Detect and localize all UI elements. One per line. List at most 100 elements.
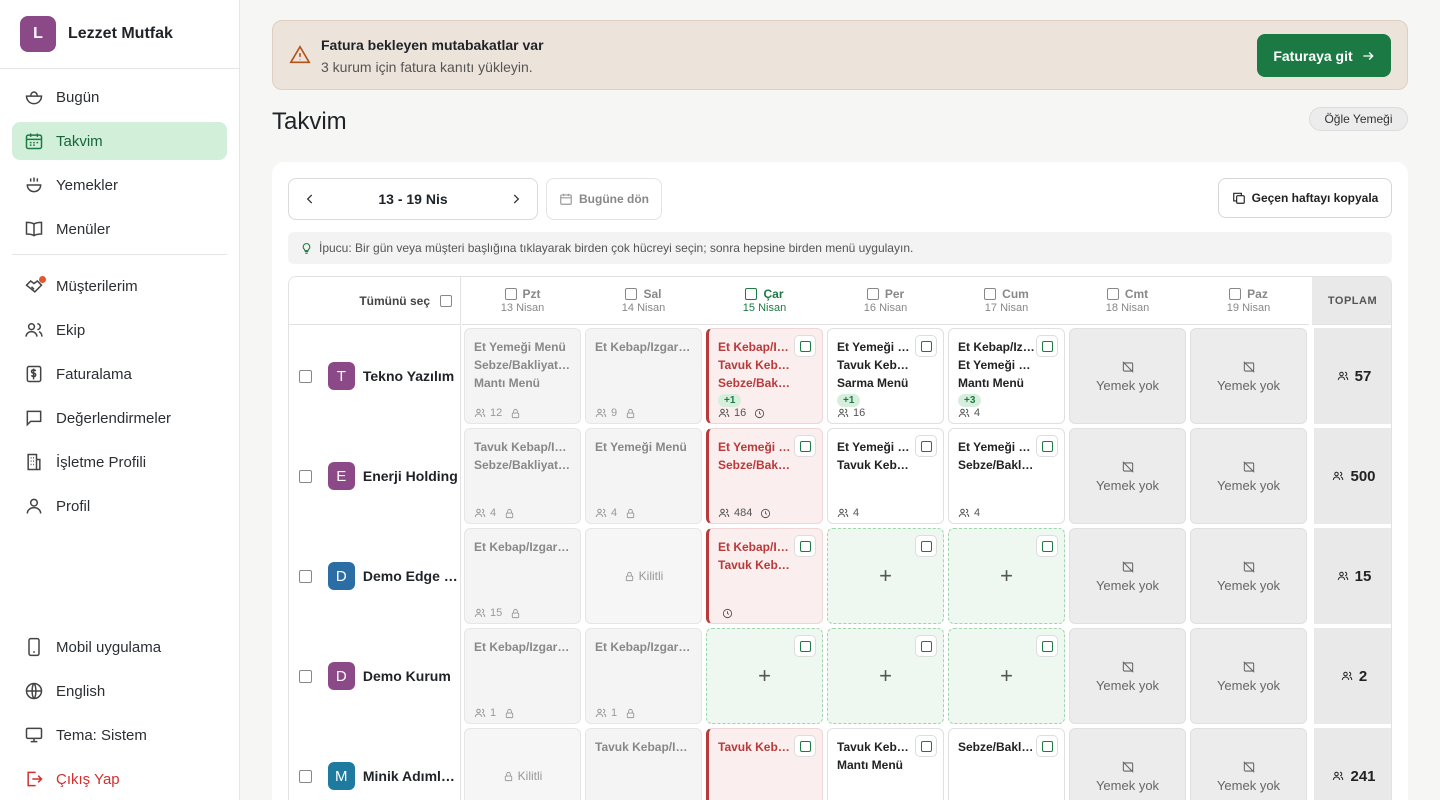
meal-cell[interactable]: Et Yemeği Menü Sebze/Bakliyat Menü Mantı M… xyxy=(464,328,581,424)
cell-select-checkbox[interactable] xyxy=(794,435,816,457)
customer-row-header[interactable]: M Minik Adımlar Kreş xyxy=(289,726,461,800)
meal-cell[interactable]: Et Yemeği MenüSebze/Bakliyat Menü4 xyxy=(948,428,1065,524)
nav-theme[interactable]: Tema: Sistem xyxy=(12,716,227,754)
customer-select-checkbox[interactable] xyxy=(299,669,312,683)
day-select-checkbox[interactable] xyxy=(504,288,517,300)
day-header-top: Çar xyxy=(745,287,784,301)
cell-select-checkbox[interactable] xyxy=(915,335,937,357)
add-meal-cell[interactable]: + xyxy=(948,528,1065,624)
go-to-invoice-button[interactable]: Faturaya git xyxy=(1257,34,1391,77)
meal-cell[interactable]: Et Kebap/Izgara Menü 15 xyxy=(464,528,581,624)
add-meal-cell[interactable]: + xyxy=(827,628,944,724)
chevron-left-icon[interactable] xyxy=(303,192,317,206)
nav-business[interactable]: İşletme Profili xyxy=(12,443,227,481)
meal-cell[interactable]: Tavuk Kebap/Izgara MenüMantı Menü xyxy=(827,728,944,800)
plus-icon[interactable]: + xyxy=(758,663,771,689)
customer-row-header[interactable]: E Enerji Holding xyxy=(289,426,461,526)
meal-cell[interactable]: Tavuk Kebap/Izgara Menü Sebze/Bakliyat Me… xyxy=(464,428,581,524)
customer-row-header[interactable]: T Tekno Yazılım xyxy=(289,326,461,426)
cell-select-checkbox[interactable] xyxy=(794,535,816,557)
day-header-0[interactable]: Pzt 13 Nisan xyxy=(462,277,583,325)
select-all-header[interactable]: Tümünü seç xyxy=(289,277,461,325)
nav-mobile[interactable]: Mobil uygulama xyxy=(12,628,227,666)
customer-row-header[interactable]: D Demo Kurum xyxy=(289,626,461,726)
customer-select-checkbox[interactable] xyxy=(299,769,312,783)
customer-select-checkbox[interactable] xyxy=(299,369,312,383)
nav-logout[interactable]: Çıkış Yap xyxy=(12,760,227,798)
nav-reviews[interactable]: Değerlendirmeler xyxy=(12,399,227,437)
nav-meals-label: Yemekler xyxy=(56,176,118,194)
chevron-right-icon[interactable] xyxy=(509,192,523,206)
nav-team[interactable]: Ekip xyxy=(12,311,227,349)
cell-select-checkbox[interactable] xyxy=(915,435,937,457)
meal-cell[interactable]: Et Kebap/Izgara Menü 1 xyxy=(464,628,581,724)
customer-select-checkbox[interactable] xyxy=(299,469,312,483)
cell-select-checkbox[interactable] xyxy=(915,535,937,557)
customer-row-header[interactable]: D Demo Edge Kurumu xyxy=(289,526,461,626)
cell-select-checkbox[interactable] xyxy=(794,635,816,657)
meal-cell[interactable]: Et Kebap/Izgara MenüTavuk Kebap/Izgara M… xyxy=(706,328,823,424)
more-menus-badge[interactable]: +3 xyxy=(958,394,982,407)
portion-count: 4 xyxy=(490,507,497,519)
plus-icon[interactable]: + xyxy=(879,563,892,589)
meal-cell[interactable]: Et Kebap/Izgara Menü 9 xyxy=(585,328,702,424)
day-header-6[interactable]: Paz 19 Nisan xyxy=(1188,277,1309,325)
nav-calendar[interactable]: Takvim xyxy=(12,122,227,160)
nav-customers[interactable]: Müşterilerim xyxy=(12,267,227,305)
day-header-4[interactable]: Cum 17 Nisan xyxy=(946,277,1067,325)
bottom-nav: Mobil uygulama English Tema: Sistem Çıkı… xyxy=(12,628,227,800)
cell-select-checkbox[interactable] xyxy=(1036,735,1058,757)
brand[interactable]: L Lezzet Mutfak xyxy=(0,0,239,69)
more-menus-badge[interactable]: +1 xyxy=(718,394,742,407)
cell-select-checkbox[interactable] xyxy=(915,735,937,757)
add-meal-cell[interactable]: + xyxy=(948,628,1065,724)
day-name: Paz xyxy=(1247,287,1268,301)
nav-menus[interactable]: Menüler xyxy=(12,210,227,248)
nav-today[interactable]: Bugün xyxy=(12,78,227,116)
day-select-checkbox[interactable] xyxy=(1229,288,1242,300)
plus-icon[interactable]: + xyxy=(1000,563,1013,589)
plus-icon[interactable]: + xyxy=(1000,663,1013,689)
day-header-5[interactable]: Cmt 18 Nisan xyxy=(1067,277,1188,325)
cell-select-checkbox[interactable] xyxy=(915,635,937,657)
select-all-checkbox[interactable] xyxy=(440,294,452,307)
meal-type-badge[interactable]: Öğle Yemeği xyxy=(1309,107,1408,131)
meal-cell[interactable]: Et Yemeği Menü 4 xyxy=(585,428,702,524)
meal-cell[interactable]: Et Kebap/Izgara MenüEt Yemeği MenüMantı … xyxy=(948,328,1065,424)
customer-select-checkbox[interactable] xyxy=(299,569,312,583)
nav-billing[interactable]: Faturalama xyxy=(12,355,227,393)
meal-cell[interactable]: Et Kebap/Izgara Menü 1 xyxy=(585,628,702,724)
day-header-3[interactable]: Per 16 Nisan xyxy=(825,277,946,325)
cell-select-checkbox[interactable] xyxy=(794,735,816,757)
add-meal-cell[interactable]: + xyxy=(827,528,944,624)
meal-cell[interactable]: Tavuk Kebap/Izgara Menü xyxy=(706,728,823,800)
cell-select-checkbox[interactable] xyxy=(1036,335,1058,357)
day-select-checkbox[interactable] xyxy=(984,288,997,300)
copy-last-week-button[interactable]: Geçen haftayı kopyala xyxy=(1218,178,1392,218)
nav-language[interactable]: English xyxy=(12,672,227,710)
cell-select-checkbox[interactable] xyxy=(1036,535,1058,557)
meal-cell[interactable]: Et Kebap/Izgara MenüTavuk Kebap/Izgara M… xyxy=(706,528,823,624)
meal-cell[interactable]: Et Yemeği MenüTavuk Kebap/Izgara MenüSar… xyxy=(827,328,944,424)
nav-profile[interactable]: Profil xyxy=(12,487,227,525)
plus-icon[interactable]: + xyxy=(879,663,892,689)
meal-cell[interactable]: Et Yemeği MenüTavuk Kebap/Izgara Menü4 xyxy=(827,428,944,524)
meal-cell[interactable]: Tavuk Kebap/Izgara Menü xyxy=(585,728,702,800)
day-header-1[interactable]: Sal 14 Nisan xyxy=(583,277,704,325)
cell-select-checkbox[interactable] xyxy=(794,335,816,357)
day-select-checkbox[interactable] xyxy=(625,288,638,300)
cell-select-checkbox[interactable] xyxy=(1036,635,1058,657)
more-menus-badge[interactable]: +1 xyxy=(837,394,861,407)
day-select-checkbox[interactable] xyxy=(745,288,758,300)
back-to-today-button[interactable]: Bugüne dön xyxy=(546,178,662,220)
add-meal-cell[interactable]: + xyxy=(706,628,823,724)
day-select-checkbox[interactable] xyxy=(866,288,879,300)
meal-cell[interactable]: Sebze/Bakliyat Menü xyxy=(948,728,1065,800)
day-header-2[interactable]: Çar 15 Nisan xyxy=(704,277,825,325)
customer-name: Demo Kurum xyxy=(362,668,451,684)
cell-select-checkbox[interactable] xyxy=(1036,435,1058,457)
meal-cell[interactable]: Et Yemeği MenüSebze/Bakliyat Menü484 xyxy=(706,428,823,524)
nav-meals[interactable]: Yemekler xyxy=(12,166,227,204)
day-select-checkbox[interactable] xyxy=(1106,288,1119,300)
portion-count: 4 xyxy=(611,507,618,519)
